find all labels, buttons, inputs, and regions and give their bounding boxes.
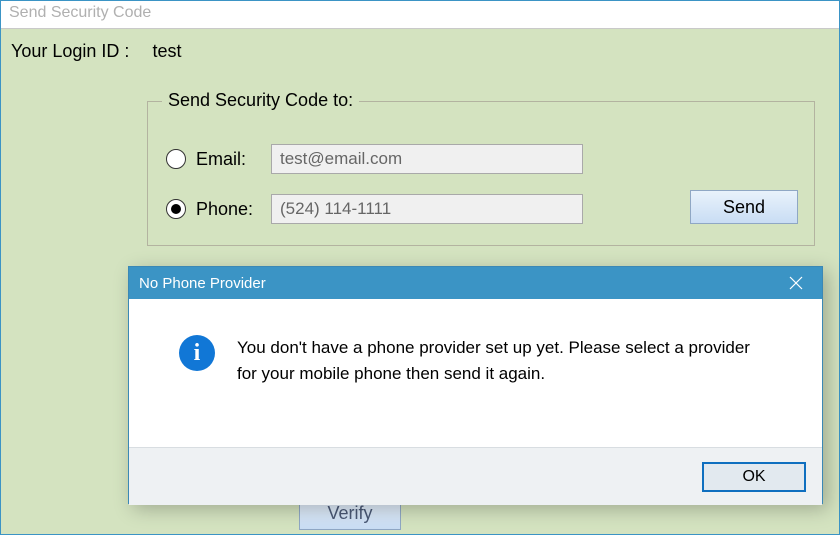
send-button[interactable]: Send: [690, 190, 798, 224]
radio-selected-dot-icon: [171, 204, 181, 214]
send-security-code-window: Send Security Code Your Login ID : test …: [0, 0, 840, 535]
window-title: Send Security Code: [9, 4, 151, 21]
close-icon: [789, 276, 803, 290]
groupbox-legend: Send Security Code to:: [162, 90, 359, 111]
dialog-titlebar: No Phone Provider: [129, 267, 822, 299]
email-radio[interactable]: [166, 149, 186, 169]
email-option-label: Email:: [196, 149, 261, 170]
phone-radio[interactable]: [166, 199, 186, 219]
login-id-label: Your Login ID :: [11, 41, 129, 61]
dialog-footer: OK: [129, 447, 822, 505]
email-field[interactable]: [271, 144, 583, 174]
login-id-value: test: [152, 41, 181, 61]
phone-field[interactable]: [271, 194, 583, 224]
phone-option-label: Phone:: [196, 199, 261, 220]
dialog-message: You don't have a phone provider set up y…: [237, 329, 757, 386]
send-to-groupbox: Send Security Code to: Email: Phone: Sen…: [147, 101, 815, 246]
dialog-title: No Phone Provider: [139, 275, 266, 292]
dialog-close-button[interactable]: [776, 270, 816, 296]
info-icon: i: [179, 335, 215, 371]
login-id-row: Your Login ID : test: [1, 29, 839, 62]
window-titlebar: Send Security Code: [1, 1, 839, 29]
no-phone-provider-dialog: No Phone Provider i You don't have a pho…: [128, 266, 823, 504]
email-option-row: Email:: [166, 144, 583, 174]
phone-option-row: Phone:: [166, 194, 583, 224]
ok-button[interactable]: OK: [702, 462, 806, 492]
dialog-body: i You don't have a phone provider set up…: [129, 299, 822, 447]
